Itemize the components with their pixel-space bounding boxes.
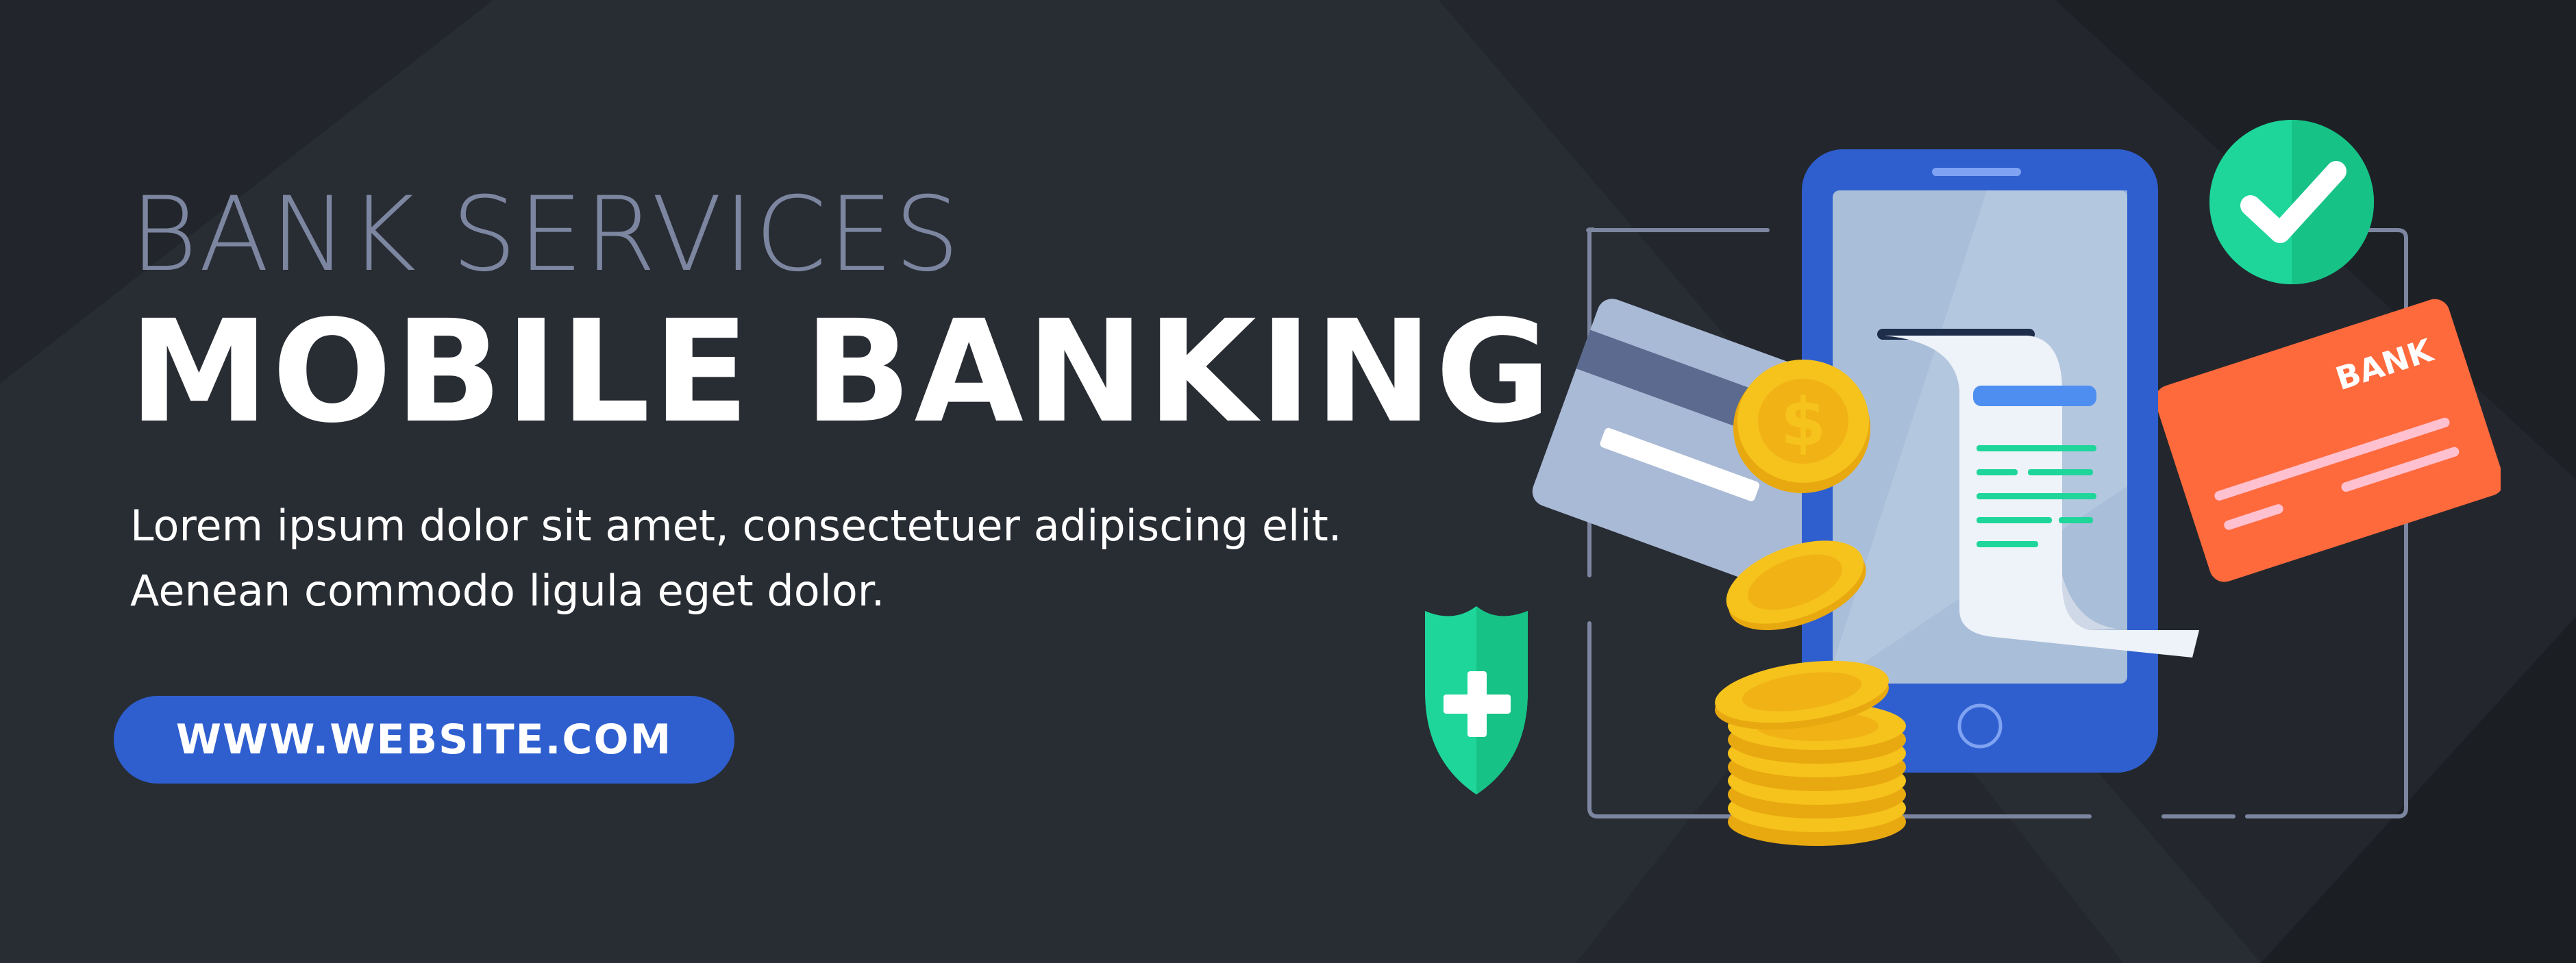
coin-stack-icon bbox=[1715, 660, 1906, 846]
kicker-text: BANK SERVICES bbox=[130, 175, 961, 295]
shield-plus-icon bbox=[1425, 606, 1528, 795]
mobile-banking-illustration: BANK $ bbox=[1425, 120, 2501, 846]
description: Lorem ipsum dolor sit amet, consectetuer… bbox=[130, 493, 1500, 623]
website-button[interactable]: WWW.WEBSITE.COM bbox=[114, 696, 734, 784]
description-line-1: Lorem ipsum dolor sit amet, consectetuer… bbox=[130, 501, 1342, 551]
coin-symbol: $ bbox=[1781, 384, 1826, 461]
bank-card-icon: BANK bbox=[2155, 299, 2501, 582]
description-line-2: Aenean commodo ligula eget dolor. bbox=[130, 566, 885, 616]
banner: BANK SERVICES MOBILE BANKING Lorem ipsum… bbox=[0, 0, 2576, 963]
check-circle-icon bbox=[2209, 120, 2374, 284]
